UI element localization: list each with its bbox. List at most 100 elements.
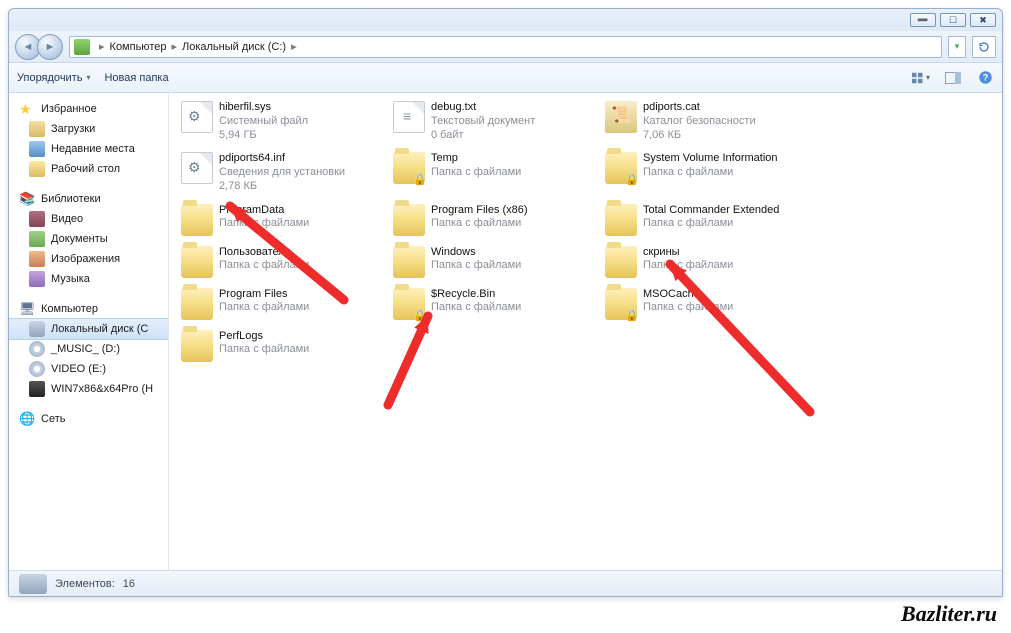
sidebar-item[interactable]: VIDEO (E:) xyxy=(9,359,168,379)
file-name: ProgramData xyxy=(219,204,309,218)
sidebar-group[interactable]: 🖥Компьютер xyxy=(9,299,168,319)
folder-icon xyxy=(605,246,637,278)
file-item[interactable]: Total Commander Extended Папка с файлами xyxy=(603,202,813,238)
usb-icon xyxy=(29,381,45,397)
file-item[interactable]: Пользователи Папка с файлами xyxy=(179,244,389,280)
file-item[interactable]: hiberfil.sys Системный файл 5,94 ГБ xyxy=(179,99,389,144)
folder-icon xyxy=(393,204,425,236)
img-icon xyxy=(29,251,45,267)
file-item[interactable]: 🔒 MSOCache Папка с файлами xyxy=(603,286,813,322)
gear-icon xyxy=(181,152,213,184)
lock-icon: 🔒 xyxy=(625,309,639,322)
folder-icon xyxy=(29,161,45,177)
folder-icon: 🔒 xyxy=(605,152,637,184)
file-name: PerfLogs xyxy=(219,330,309,344)
view-menu-icon[interactable]: ▾ xyxy=(912,69,930,87)
sidebar: ★ИзбранноеЗагрузкиНедавние местаРабочий … xyxy=(9,93,169,570)
address-bar: ◄ ► ▸ Компьютер ▸ Локальный диск (C:) ▸ … xyxy=(9,31,1002,63)
address-dropdown[interactable]: ▾ xyxy=(948,36,966,58)
explorer-window: ➖ ☐ ✖ ◄ ► ▸ Компьютер ▸ Локальный диск (… xyxy=(8,8,1003,597)
toolbar: Упорядочить▾ Новая папка ▾ ? xyxy=(9,63,1002,93)
hdd-icon xyxy=(29,321,45,337)
file-name: Temp xyxy=(431,152,521,166)
minimize-button[interactable]: ➖ xyxy=(910,13,936,27)
file-item[interactable]: скрины Папка с файлами xyxy=(603,244,813,280)
refresh-button[interactable] xyxy=(972,36,996,58)
file-item[interactable]: pdiports64.inf Сведения для установки 2,… xyxy=(179,150,389,195)
sidebar-group[interactable]: 📚Библиотеки xyxy=(9,189,168,209)
comp-icon: 🖥 xyxy=(19,301,35,317)
lock-icon: 🔒 xyxy=(413,173,427,186)
folder-icon: 🔒 xyxy=(393,288,425,320)
file-name: $Recycle.Bin xyxy=(431,288,521,302)
sidebar-item[interactable]: Локальный диск (C xyxy=(9,318,168,340)
mus-icon xyxy=(29,271,45,287)
watermark: Bazliter.ru xyxy=(901,601,997,627)
doc-icon xyxy=(29,231,45,247)
sidebar-item[interactable]: _MUSIC_ (D:) xyxy=(9,339,168,359)
close-button[interactable]: ✖ xyxy=(970,13,996,27)
file-item[interactable]: 🔒 $Recycle.Bin Папка с файлами xyxy=(391,286,601,322)
folder-icon xyxy=(393,246,425,278)
file-name: pdiports64.inf xyxy=(219,152,345,166)
lock-icon: 🔒 xyxy=(625,173,639,186)
maximize-button[interactable]: ☐ xyxy=(940,13,966,27)
file-item[interactable]: Windows Папка с файлами xyxy=(391,244,601,280)
file-name: System Volume Information xyxy=(643,152,778,166)
breadcrumb-root[interactable]: Компьютер xyxy=(110,41,167,53)
net-icon: 🌐 xyxy=(19,411,35,427)
lib-icon: 📚 xyxy=(19,191,35,207)
organize-menu[interactable]: Упорядочить▾ xyxy=(17,72,90,84)
folder-icon: 🔒 xyxy=(605,288,637,320)
file-item[interactable]: ProgramData Папка с файлами xyxy=(179,202,389,238)
file-name: debug.txt xyxy=(431,101,535,115)
help-icon[interactable]: ? xyxy=(976,69,994,87)
file-item[interactable]: 🔒 System Volume Information Папка с файл… xyxy=(603,150,813,195)
drive-icon xyxy=(19,574,47,594)
txt-icon xyxy=(393,101,425,133)
docs-icon xyxy=(29,141,45,157)
svg-text:?: ? xyxy=(982,73,988,83)
folder-icon xyxy=(181,204,213,236)
file-item[interactable]: pdiports.cat Каталог безопасности 7,06 К… xyxy=(603,99,813,144)
folder-icon xyxy=(181,246,213,278)
new-folder-button[interactable]: Новая папка xyxy=(104,72,168,84)
sidebar-item[interactable]: Загрузки xyxy=(9,119,168,139)
file-name: скрины xyxy=(643,246,733,260)
folder-icon xyxy=(181,330,213,362)
sidebar-item[interactable]: Видео xyxy=(9,209,168,229)
vid-icon xyxy=(29,211,45,227)
folder-icon xyxy=(605,204,637,236)
titlebar: ➖ ☐ ✖ xyxy=(9,9,1002,31)
forward-button[interactable]: ► xyxy=(37,34,63,60)
cat-icon xyxy=(605,101,637,133)
sidebar-item[interactable]: Документы xyxy=(9,229,168,249)
file-name: MSOCache xyxy=(643,288,733,302)
file-name: Program Files (x86) xyxy=(431,204,528,218)
file-item[interactable]: 🔒 Temp Папка с файлами xyxy=(391,150,601,195)
breadcrumb-drive[interactable]: Локальный диск (C:) xyxy=(182,41,286,53)
cd-icon xyxy=(29,341,45,357)
breadcrumb[interactable]: ▸ Компьютер ▸ Локальный диск (C:) ▸ xyxy=(69,36,942,58)
cd-icon xyxy=(29,361,45,377)
drive-icon xyxy=(74,39,90,55)
preview-pane-icon[interactable] xyxy=(944,69,962,87)
file-item[interactable]: PerfLogs Папка с файлами xyxy=(179,328,389,364)
sidebar-item[interactable]: Недавние места xyxy=(9,139,168,159)
file-name: Program Files xyxy=(219,288,309,302)
file-name: Total Commander Extended xyxy=(643,204,779,218)
down-icon xyxy=(29,121,45,137)
file-item[interactable]: Program Files Папка с файлами xyxy=(179,286,389,322)
sidebar-group[interactable]: 🌐Сеть xyxy=(9,409,168,429)
sidebar-item[interactable]: Музыка xyxy=(9,269,168,289)
sidebar-item[interactable]: Изображения xyxy=(9,249,168,269)
file-item[interactable]: Program Files (x86) Папка с файлами xyxy=(391,202,601,238)
file-name: pdiports.cat xyxy=(643,101,756,115)
sidebar-item[interactable]: WIN7x86&x64Pro (H xyxy=(9,379,168,399)
sidebar-item[interactable]: Рабочий стол xyxy=(9,159,168,179)
file-item[interactable]: debug.txt Текстовый документ 0 байт xyxy=(391,99,601,144)
sidebar-group[interactable]: ★Избранное xyxy=(9,99,168,119)
lock-icon: 🔒 xyxy=(413,309,427,322)
file-name: Windows xyxy=(431,246,521,260)
file-name: hiberfil.sys xyxy=(219,101,308,115)
